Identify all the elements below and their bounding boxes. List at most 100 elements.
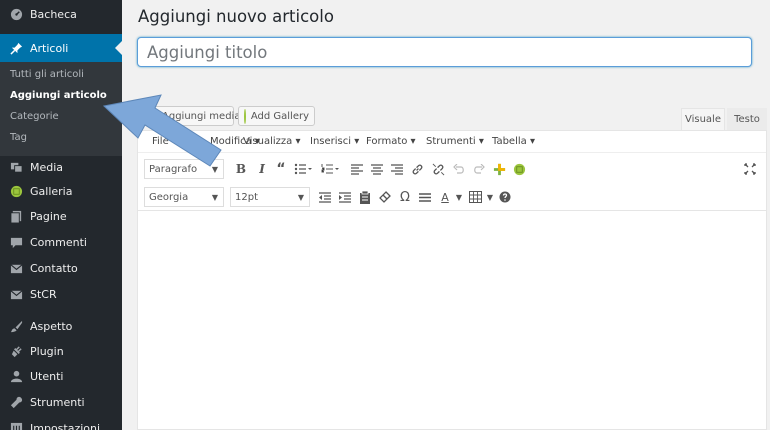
menu-item-aspetto[interactable]: Aspetto <box>0 312 122 340</box>
brush-icon <box>9 319 23 333</box>
editor-content-area[interactable] <box>138 211 766 429</box>
format-select[interactable]: Paragrafo ▼ <box>144 159 224 179</box>
media-icon <box>146 110 158 123</box>
user-icon <box>9 369 23 383</box>
submenu-item-categorie[interactable]: Categorie <box>10 111 59 122</box>
align-right-button[interactable] <box>390 161 404 177</box>
add-media-button[interactable]: Aggiungi media <box>140 106 240 126</box>
bold-button[interactable]: B <box>234 161 248 177</box>
chevron-down-icon[interactable]: ▼ <box>452 189 466 205</box>
menu-item-label: Pagine <box>30 209 67 223</box>
tab-text[interactable]: Testo <box>727 108 767 130</box>
menu-item-pagine[interactable]: Pagine <box>0 202 122 230</box>
page-title: Aggiungi nuovo articolo <box>138 7 334 26</box>
align-center-button[interactable] <box>370 161 384 177</box>
menu-item-label: Contatto <box>30 261 78 275</box>
add-gallery-label: Add Gallery <box>250 110 309 122</box>
menu-strumenti[interactable]: Strumenti ▾ <box>426 136 484 147</box>
post-title-input[interactable]: Aggiungi titolo <box>137 37 752 67</box>
pages-icon <box>9 209 23 223</box>
menu-item-contatto[interactable]: Contatto <box>0 254 122 282</box>
menu-item-label: Galleria <box>30 184 73 198</box>
special-char-button[interactable]: Ω <box>398 189 412 205</box>
chevron-down-icon: ▼ <box>211 164 218 174</box>
numbered-list-button[interactable] <box>321 161 339 177</box>
paste-text-icon[interactable] <box>358 189 372 205</box>
menu-item-label: Impostazioni <box>30 421 101 430</box>
font-size-select[interactable]: 12pt ▼ <box>230 187 310 207</box>
menu-inserisci[interactable]: Inserisci ▾ <box>310 136 359 147</box>
horizontal-rule-icon[interactable] <box>418 189 432 205</box>
menu-item-impostazioni[interactable]: Impostazioni <box>0 414 122 430</box>
menu-item-label: Articoli <box>30 41 69 55</box>
chevron-down-icon: ▼ <box>211 192 218 202</box>
menu-item-stcr[interactable]: StCR <box>0 280 122 308</box>
menu-item-utenti[interactable]: Utenti <box>0 362 122 390</box>
outdent-icon[interactable] <box>318 189 332 205</box>
fullscreen-icon[interactable] <box>743 161 757 177</box>
chevron-down-icon[interactable]: ▼ <box>483 189 497 205</box>
menu-tabella[interactable]: Tabella ▾ <box>492 136 535 147</box>
blockquote-button[interactable]: “ <box>274 161 288 177</box>
undo-icon[interactable] <box>452 161 466 177</box>
gallery-icon[interactable] <box>512 161 526 177</box>
help-icon[interactable] <box>498 189 512 205</box>
unlink-icon[interactable] <box>431 161 445 177</box>
add-media-label: Aggiungi media <box>162 110 241 122</box>
menu-file[interactable]: File ▾ <box>152 136 177 147</box>
articoli-submenu: Tutti gli articoli Aggiungi articolo Cat… <box>0 62 122 156</box>
menu-item-galleria[interactable]: Galleria <box>0 177 122 205</box>
mail-icon <box>9 287 23 301</box>
font-family-value: Georgia <box>149 191 189 203</box>
menu-item-label: Strumenti <box>30 395 85 409</box>
menu-item-label: Plugin <box>30 344 64 358</box>
pin-icon <box>9 41 23 55</box>
submenu-item-tutti[interactable]: Tutti gli articoli <box>10 69 84 80</box>
menu-item-articoli[interactable]: Articoli <box>0 34 122 62</box>
bullet-list-button[interactable] <box>294 161 312 177</box>
editor-toolbar-primary: Paragrafo ▼ B I “ <box>138 155 766 183</box>
settings-icon <box>9 421 23 430</box>
align-left-button[interactable] <box>350 161 364 177</box>
link-icon[interactable] <box>410 161 424 177</box>
text-color-button[interactable]: A <box>438 189 452 205</box>
menu-item-label: Media <box>30 160 64 174</box>
plug-icon <box>9 344 23 358</box>
menu-item-label: Commenti <box>30 235 87 249</box>
dashboard-icon <box>9 7 23 21</box>
admin-sidebar: Bacheca Articoli Tutti gli articoli Aggi… <box>0 0 122 430</box>
media-icon <box>9 160 23 174</box>
font-size-value: 12pt <box>235 191 258 203</box>
font-family-select[interactable]: Georgia ▼ <box>144 187 224 207</box>
menu-item-label: Utenti <box>30 369 64 383</box>
classic-editor: File ▾ Modifica ▾ Visualizza ▾ Inserisci… <box>137 130 767 430</box>
menu-visualizza[interactable]: Visualizza ▾ <box>243 136 300 147</box>
menu-item-plugin[interactable]: Plugin <box>0 337 122 365</box>
submenu-item-tag[interactable]: Tag <box>10 132 27 143</box>
menu-item-strumenti[interactable]: Strumenti <box>0 388 122 416</box>
editor-toolbar-secondary: Georgia ▼ 12pt ▼ Ω A ▼ ▼ <box>138 183 766 211</box>
clear-formatting-icon[interactable] <box>378 189 392 205</box>
gallery-icon <box>9 184 23 198</box>
gallery-icon <box>244 108 246 124</box>
menu-item-commenti[interactable]: Commenti <box>0 228 122 256</box>
add-gallery-button[interactable]: Add Gallery <box>238 106 315 126</box>
menu-item-label: Bacheca <box>30 7 77 21</box>
mail-icon <box>9 261 23 275</box>
menu-item-label: Aspetto <box>30 319 73 333</box>
indent-icon[interactable] <box>338 189 352 205</box>
plus-icon[interactable] <box>492 161 506 177</box>
chevron-down-icon: ▼ <box>297 192 304 202</box>
editor-menubar: File ▾ Modifica ▾ Visualizza ▾ Inserisci… <box>138 131 766 153</box>
submenu-item-aggiungi[interactable]: Aggiungi articolo <box>10 90 107 101</box>
menu-formato[interactable]: Formato ▾ <box>366 136 416 147</box>
comments-icon <box>9 235 23 249</box>
redo-icon[interactable] <box>472 161 486 177</box>
menu-item-label: StCR <box>30 287 57 301</box>
menu-item-bacheca[interactable]: Bacheca <box>0 0 122 28</box>
format-select-value: Paragrafo <box>149 163 198 175</box>
wrench-icon <box>9 395 23 409</box>
tab-visual[interactable]: Visuale <box>681 108 725 130</box>
italic-button[interactable]: I <box>255 161 269 177</box>
table-icon[interactable] <box>468 189 482 205</box>
